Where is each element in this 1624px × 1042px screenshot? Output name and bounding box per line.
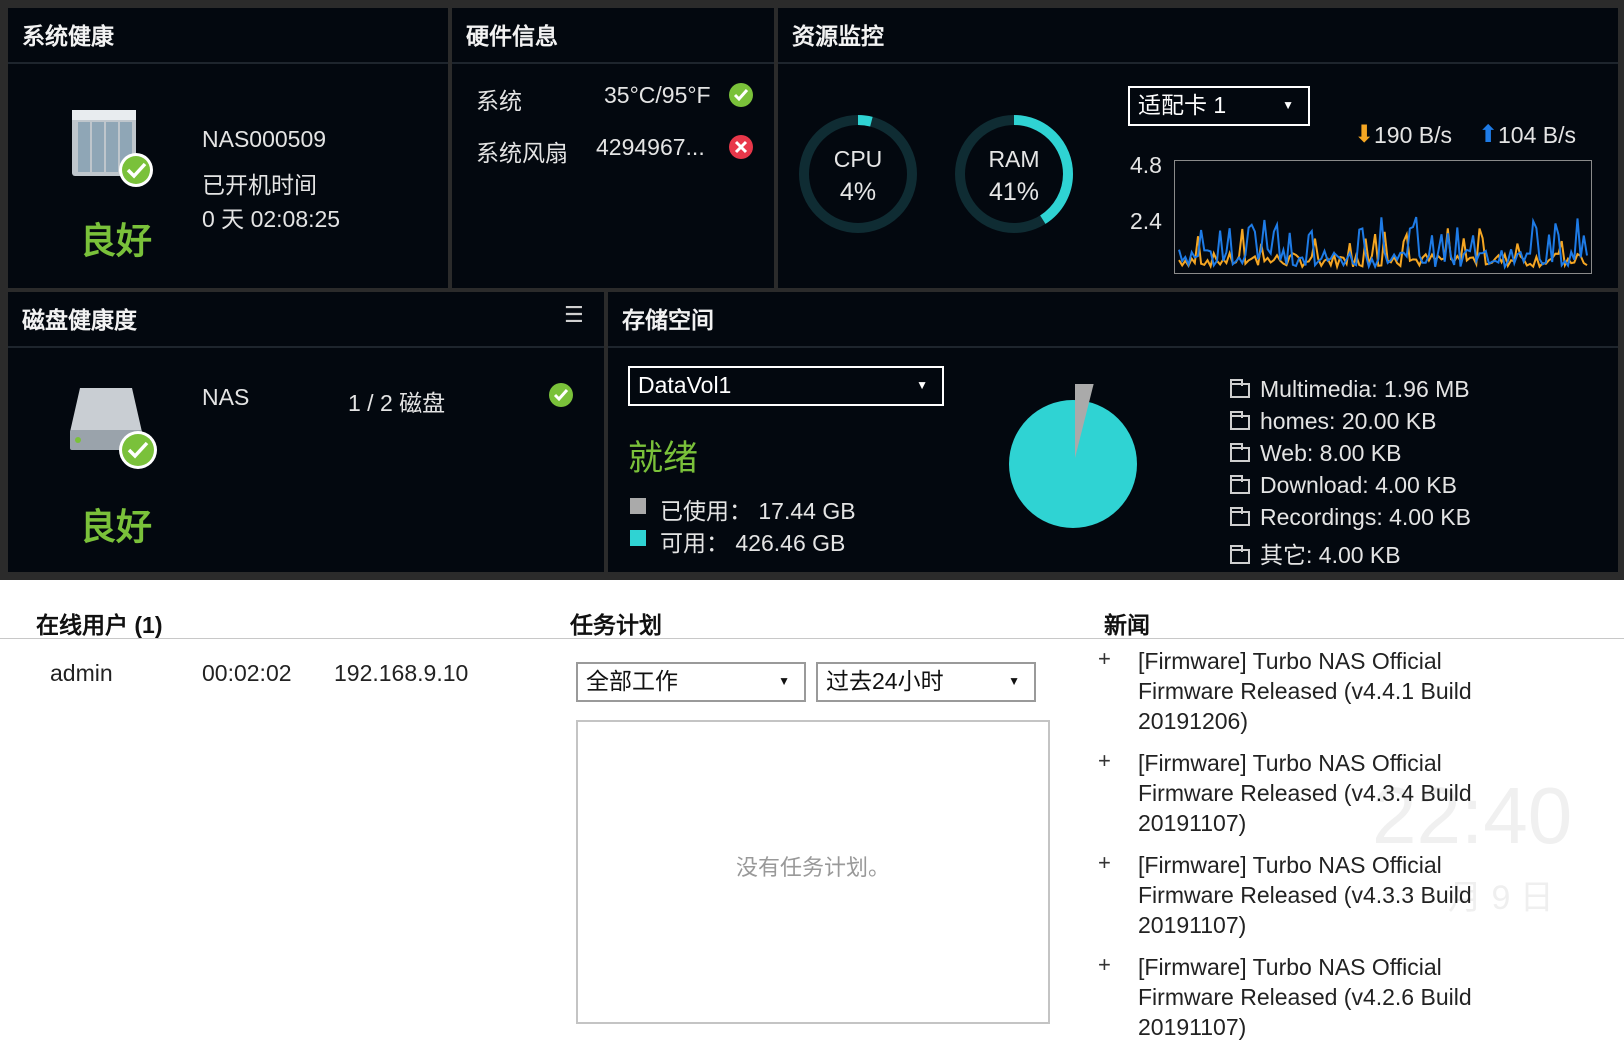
folder-icon <box>1230 443 1250 462</box>
hw-value-fan: 4294967... <box>596 134 705 160</box>
cpu-value: 4% <box>839 178 877 206</box>
expand-news-icon[interactable]: + <box>1098 952 1111 978</box>
dashboard-dark-area: 系统健康 良好 NAS000509 已开机时间 0 天 02:08:25 硬件信… <box>0 0 1624 580</box>
folder-item: 其它: 4.00 KB <box>1230 536 1471 568</box>
folder-label: 其它: 4.00 KB <box>1260 542 1401 568</box>
y-tick-high: 4.8 <box>1130 152 1162 178</box>
news-title: 新闻 <box>1104 612 1150 638</box>
panel-title: 存储空间 <box>608 292 1618 348</box>
dashboard-light-area: 22:40 月 9 日 在线用户 (1) 任务计划 新闻 admin 00:02… <box>0 580 1624 1042</box>
panel-title: 系统健康 <box>8 8 448 64</box>
error-x-icon <box>728 134 754 165</box>
storage-pie-chart <box>998 380 1148 534</box>
volume-state: 就绪 <box>628 439 699 478</box>
news-item[interactable]: [Firmware] Turbo NAS Official Firmware R… <box>1138 850 1538 940</box>
folder-item: Web: 8.00 KB <box>1230 440 1471 472</box>
chevron-down-icon: ▼ <box>1282 98 1294 112</box>
ram-label: RAM <box>988 146 1040 172</box>
online-user-name: admin <box>50 660 113 686</box>
task-empty-message: 没有任务计划。 <box>735 855 890 880</box>
folder-icon <box>1230 507 1250 526</box>
download-rate: 190 B/s <box>1374 122 1452 148</box>
folder-icon <box>1230 545 1250 564</box>
folder-icon <box>1230 475 1250 494</box>
online-users-title: 在线用户 (1) <box>36 612 163 638</box>
hw-label-system: 系统 <box>476 88 522 114</box>
volume-select-value: DataVol1 <box>638 372 732 398</box>
cpu-gauge: CPU 4% <box>796 112 920 236</box>
network-traffic-chart <box>1174 160 1592 274</box>
online-user-time: 00:02:02 <box>202 660 292 686</box>
task-type-select[interactable]: 全部工作 ▼ <box>576 662 806 702</box>
folder-icon <box>1230 411 1250 430</box>
folder-item: homes: 20.00 KB <box>1230 408 1471 440</box>
folder-item: Multimedia: 1.96 MB <box>1230 376 1471 408</box>
chevron-down-icon: ▼ <box>916 378 928 392</box>
volume-select[interactable]: DataVol1 ▼ <box>628 366 944 406</box>
task-list-box: 没有任务计划。 <box>576 720 1050 1024</box>
folder-icon <box>1230 379 1250 398</box>
section-divider <box>0 638 1624 639</box>
system-status: 良好 <box>80 220 153 261</box>
task-type-value: 全部工作 <box>586 668 678 694</box>
ram-gauge: RAM 41% <box>952 112 1076 236</box>
panel-title: 资源监控 <box>778 8 1618 64</box>
used-legend-swatch <box>630 498 646 514</box>
uptime-value: 0 天 02:08:25 <box>202 206 341 232</box>
adapter-select[interactable]: 适配卡 1 ▼ <box>1128 86 1310 126</box>
expand-news-icon[interactable]: + <box>1098 748 1111 774</box>
hw-value-temperature: 35°C/95°F <box>604 82 711 108</box>
disk-nas-name: NAS <box>202 384 250 410</box>
task-range-value: 过去24小时 <box>826 668 944 694</box>
ram-value: 41% <box>988 178 1040 206</box>
upload-arrow-icon: ⬆ <box>1478 121 1499 148</box>
disk-status: 良好 <box>80 506 153 547</box>
ok-check-icon <box>728 82 754 113</box>
download-arrow-icon: ⬇ <box>1354 121 1375 148</box>
system-health-panel: 系统健康 良好 NAS000509 已开机时间 0 天 02:08:25 <box>8 8 448 288</box>
nas-device-icon <box>66 104 154 188</box>
folder-label: homes: 20.00 KB <box>1260 408 1437 434</box>
resource-monitor-panel: 资源监控 CPU 4% RAM 41% 适配卡 1 ▼ ⬇ 190 B/s ⬆ … <box>778 8 1618 288</box>
storage-panel: 存储空间 DataVol1 ▼ 就绪 已使用： 17.44 GB 可用： 426… <box>608 292 1618 572</box>
online-user-ip: 192.168.9.10 <box>334 660 469 686</box>
cpu-label: CPU <box>833 146 883 172</box>
news-item[interactable]: [Firmware] Turbo NAS Official Firmware R… <box>1138 748 1538 838</box>
folder-label: Recordings: 4.00 KB <box>1260 504 1471 530</box>
folder-label: Download: 4.00 KB <box>1260 472 1457 498</box>
tasks-title: 任务计划 <box>570 612 662 638</box>
disk-icon <box>66 384 166 470</box>
folder-label: Web: 8.00 KB <box>1260 440 1402 466</box>
pie-slice-free <box>1009 400 1137 528</box>
list-icon[interactable]: ☰ <box>564 302 584 328</box>
expand-news-icon[interactable]: + <box>1098 850 1111 876</box>
folder-item: Download: 4.00 KB <box>1230 472 1471 504</box>
upload-rate: 104 B/s <box>1498 122 1576 148</box>
ok-check-icon <box>548 382 574 413</box>
panel-title: 硬件信息 <box>452 8 774 64</box>
hardware-panel: 硬件信息 系统 35°C/95°F 系统风扇 4294967... <box>452 8 774 288</box>
free-space: 可用： 426.46 GB <box>660 530 846 556</box>
chevron-down-icon: ▼ <box>778 674 790 688</box>
uptime-label: 已开机时间 <box>202 172 317 198</box>
folder-label: Multimedia: 1.96 MB <box>1260 376 1470 402</box>
chevron-down-icon: ▼ <box>1008 674 1020 688</box>
disk-health-panel: 磁盘健康度 ☰ 良好 NAS 1 / 2 磁盘 <box>8 292 604 572</box>
hw-label-fan: 系统风扇 <box>476 140 568 166</box>
disk-count: 1 / 2 磁盘 <box>348 390 446 416</box>
expand-news-icon[interactable]: + <box>1098 646 1111 672</box>
news-item[interactable]: [Firmware] Turbo NAS Official Firmware R… <box>1138 952 1538 1042</box>
panel-title: 磁盘健康度 <box>8 292 604 348</box>
task-range-select[interactable]: 过去24小时 ▼ <box>816 662 1036 702</box>
news-item[interactable]: [Firmware] Turbo NAS Official Firmware R… <box>1138 646 1538 736</box>
folder-item: Recordings: 4.00 KB <box>1230 504 1471 536</box>
y-tick-mid: 2.4 <box>1130 208 1162 234</box>
used-space: 已使用： 17.44 GB <box>660 498 856 524</box>
shared-folder-list: Multimedia: 1.96 MB homes: 20.00 KB Web: 8… <box>1230 376 1471 568</box>
adapter-select-value: 适配卡 1 <box>1138 92 1227 118</box>
nas-name: NAS000509 <box>202 126 327 152</box>
free-legend-swatch <box>630 530 646 546</box>
